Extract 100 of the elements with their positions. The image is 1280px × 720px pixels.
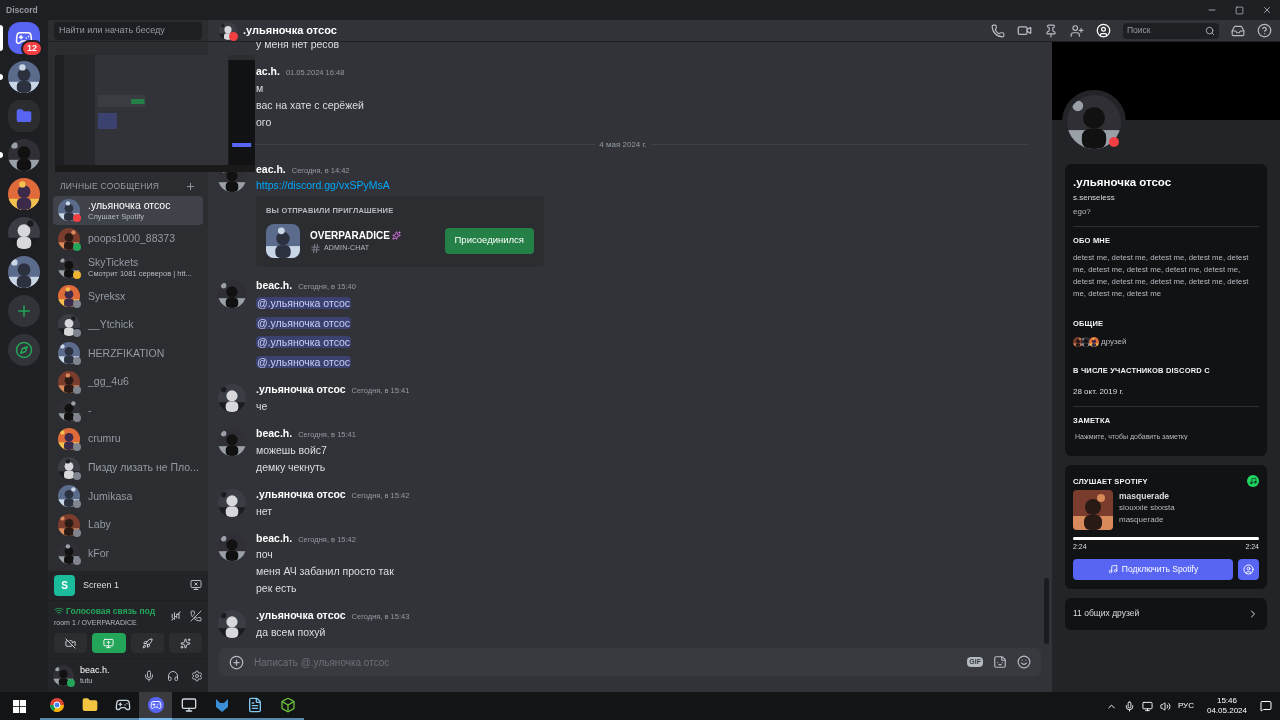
microphone-icon[interactable] [143, 669, 155, 682]
emoji-icon[interactable] [1017, 655, 1031, 669]
dm-item[interactable]: poops1000_88373 [53, 224, 203, 254]
language-indicator[interactable]: РУС [1177, 700, 1194, 712]
dm-item[interactable]: __Ytchick [53, 310, 203, 339]
dm-name: - [88, 403, 92, 417]
dm-item[interactable]: _gg_4u6 [53, 367, 203, 397]
dm-item[interactable]: kFor [53, 539, 203, 568]
screen-avatar: S [54, 574, 75, 596]
message-author[interactable]: .ульяночка отсос [256, 608, 346, 624]
explore-button[interactable] [8, 334, 40, 366]
hash-icon [310, 242, 321, 254]
voice-status: Голосовая связь под [66, 604, 156, 618]
track-artist[interactable]: siouxxie sixxsta [1119, 502, 1175, 515]
dm-name: poops1000_88373 [88, 232, 175, 246]
user-profile-icon[interactable] [1096, 23, 1111, 38]
volume-icon[interactable] [1159, 700, 1171, 712]
rocket-icon [141, 637, 153, 649]
message-text: рек есть [256, 581, 298, 597]
message-author[interactable]: eac.h. [256, 161, 286, 178]
user-icon [1243, 563, 1254, 575]
listen-along-button[interactable] [1238, 558, 1259, 580]
dm-item[interactable]: Jumikasa [53, 481, 203, 511]
plus-icon[interactable] [185, 180, 196, 192]
mutual-friends-row[interactable]: 11 общих друзей [1065, 597, 1267, 630]
dm-name: crumru [88, 432, 121, 446]
dm-name: Пизду лизать не Пло... [88, 461, 198, 475]
message-author[interactable]: ac.h. [256, 63, 280, 80]
dm-item[interactable]: - [53, 396, 203, 425]
add-friend-icon[interactable] [1070, 23, 1084, 38]
section-heading: ЛИЧНЫЕ СООБЩЕНИЯ [60, 179, 160, 193]
plus-icon [15, 302, 33, 320]
settings-icon[interactable] [191, 669, 203, 682]
joined-button[interactable]: Присоединился [444, 227, 534, 254]
message-text: меня АЧ забанил просто так [256, 564, 394, 580]
voice-control-button[interactable] [130, 633, 164, 653]
home-button[interactable]: 12 [8, 22, 40, 54]
username: s.senseless [1073, 192, 1116, 205]
stop-stream-icon[interactable] [190, 579, 202, 592]
headphones-icon[interactable] [167, 669, 179, 682]
search-box[interactable]: Поиск [1123, 22, 1219, 39]
dm-item[interactable]: Пизду лизать не Пло... [53, 453, 203, 482]
help-icon[interactable] [1257, 23, 1272, 38]
camera-off-icon [65, 637, 77, 649]
message-text: да всем похуй [256, 625, 327, 640]
server-name: OVERPARADICE [310, 228, 390, 243]
unread-badge: 12 [21, 40, 43, 57]
video-call-icon[interactable] [1017, 23, 1032, 38]
user-mention[interactable]: @.ульяночка отсос [256, 355, 352, 368]
message-author[interactable]: .ульяночка отсос [256, 382, 346, 398]
voice-control-button[interactable] [92, 633, 126, 653]
pin-icon[interactable] [1044, 23, 1058, 38]
call-icon[interactable] [991, 23, 1005, 38]
user-mention[interactable]: @.ульяночка отсос [256, 336, 352, 349]
clock-date[interactable]: 04.05.2024 [1206, 706, 1247, 716]
message-author[interactable]: .ульяночка отсос [256, 486, 346, 503]
dm-name: kFor [88, 546, 109, 560]
inbox-icon[interactable] [1231, 23, 1245, 38]
search-field[interactable]: Найти или начать беседу [54, 22, 202, 40]
server-icon[interactable] [8, 256, 40, 288]
voice-control-button[interactable] [168, 633, 202, 653]
maximize-icon[interactable] [1235, 5, 1244, 15]
dm-item[interactable]: Laby [53, 510, 203, 540]
server-icon[interactable] [8, 217, 40, 249]
server-folder[interactable] [8, 100, 40, 132]
track-album[interactable]: masquerade [1119, 514, 1175, 527]
server-icon[interactable] [8, 139, 40, 171]
search-input[interactable]: Поиск [1127, 24, 1205, 37]
clock-time[interactable]: 15:46 [1216, 696, 1237, 706]
start-icon[interactable] [13, 699, 26, 713]
voice-control-button[interactable] [54, 633, 88, 653]
dm-item[interactable]: Syreksx [53, 281, 203, 311]
sticker-icon[interactable] [993, 655, 1007, 669]
track-title[interactable]: masquerade [1119, 490, 1175, 503]
message-text: поч [256, 547, 274, 563]
user-name: beac.h. [80, 665, 111, 677]
dm-item[interactable]: crumru [53, 424, 203, 454]
dm-name: _gg_4u6 [88, 375, 129, 389]
network-icon[interactable] [1141, 700, 1153, 712]
message-author[interactable]: beac.h. [256, 426, 293, 442]
scrollbar-thumb[interactable] [1044, 578, 1049, 644]
message-text: можешь войс7 [256, 442, 328, 458]
user-mention[interactable]: @.ульяночка отсос [256, 316, 352, 329]
sparkles-icon [179, 637, 191, 649]
close-icon[interactable] [1262, 5, 1272, 15]
message-link[interactable]: https://discord.gg/vxSPyMsA [256, 177, 544, 195]
server-icon[interactable] [8, 61, 40, 93]
disconnect-icon[interactable] [190, 610, 202, 623]
add-server-button[interactable] [8, 295, 40, 327]
message-author[interactable]: beac.h. [256, 530, 293, 547]
gamepad-icon [15, 29, 33, 47]
notifications-icon[interactable] [1260, 700, 1272, 712]
message-author[interactable]: beac.h. [256, 277, 293, 294]
dm-item[interactable]: HERZFIKATION [53, 338, 203, 368]
microphone-icon[interactable] [1123, 700, 1135, 712]
connect-spotify-button[interactable]: Подключить Spotify [1073, 558, 1233, 580]
add-attachment-icon[interactable] [229, 654, 244, 670]
mutual-text[interactable]: друзей [1101, 335, 1127, 348]
user-mention[interactable]: @.ульяночка отсос [256, 297, 352, 310]
server-icon[interactable] [8, 178, 40, 210]
